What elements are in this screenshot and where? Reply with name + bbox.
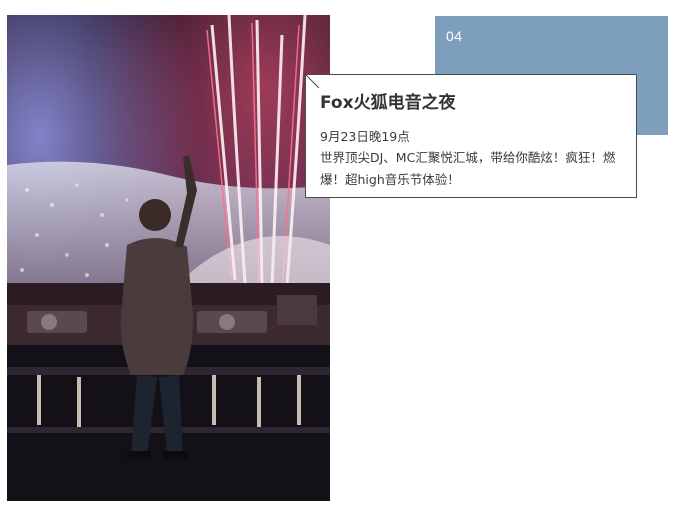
event-date: 9月23日晚19点 xyxy=(320,129,410,144)
event-title: Fox火狐电音之夜 xyxy=(320,93,456,113)
event-description: 世界顶尖DJ、MC汇聚悦汇城，带给你酷炫！疯狂！燃爆！超high音乐节体验！ xyxy=(320,150,616,187)
event-info-box: Fox火狐电音之夜 9月23日晚19点 世界顶尖DJ、MC汇聚悦汇城，带给你酷炫… xyxy=(305,74,637,198)
event-number: 04 xyxy=(446,28,463,44)
corner-slash-icon xyxy=(306,75,320,89)
event-card: 04 Fox火狐电音之夜 9月23日晚19点 世界顶尖DJ、MC汇聚悦汇城，带给… xyxy=(0,0,674,511)
concert-photo xyxy=(7,15,330,501)
